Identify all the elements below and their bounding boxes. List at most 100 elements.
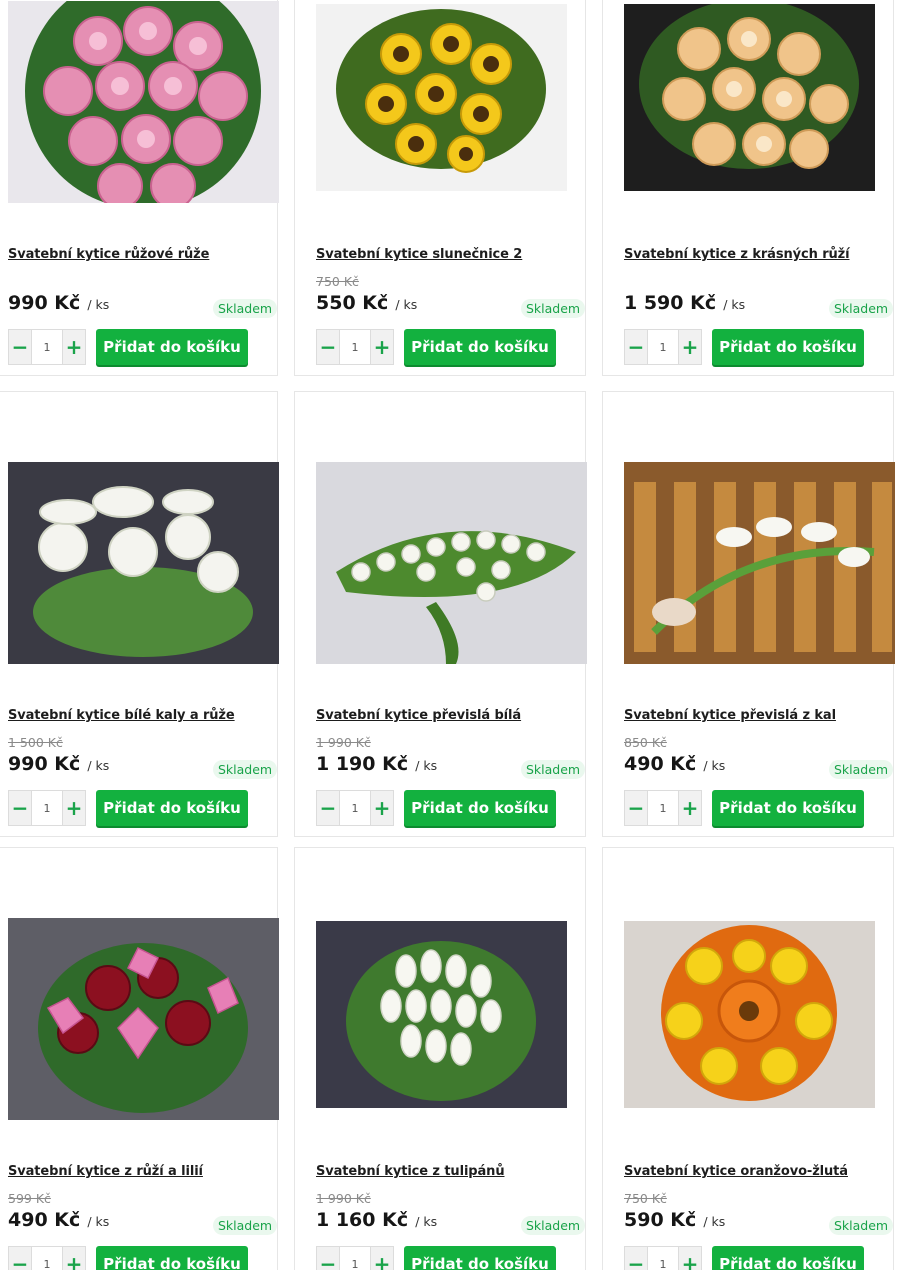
product-price: 1 590 Kč <box>624 292 717 314</box>
decrease-quantity-button[interactable]: − <box>317 330 339 364</box>
price-row: 1 190 Kč / ks <box>316 753 437 775</box>
price-unit: / ks <box>395 297 418 312</box>
product-card: Svatební kytice převislá bílá 1 990 Kč 1… <box>294 391 587 837</box>
price-unit: / ks <box>87 758 110 773</box>
increase-quantity-button[interactable]: + <box>63 1247 85 1270</box>
product-name-link[interactable]: Svatební kytice oranžovo-žlutá <box>624 1164 848 1179</box>
price-unit: / ks <box>415 1214 438 1229</box>
quantity-stepper: − 1 + <box>8 1246 86 1270</box>
price-row: 990 Kč / ks <box>8 753 109 775</box>
quantity-stepper: − 1 + <box>624 790 702 826</box>
increase-quantity-button[interactable]: + <box>679 1247 701 1270</box>
price-row: 590 Kč / ks <box>624 1209 725 1231</box>
price-unit: / ks <box>87 297 110 312</box>
decrease-quantity-button[interactable]: − <box>317 791 339 825</box>
price-row: 490 Kč / ks <box>624 753 725 775</box>
price-unit: / ks <box>703 758 726 773</box>
increase-quantity-button[interactable]: + <box>63 791 85 825</box>
quantity-stepper: − 1 + <box>316 329 394 365</box>
add-to-cart-button[interactable]: Přidat do košíku <box>404 1246 556 1270</box>
quantity-stepper: − 1 + <box>624 329 702 365</box>
stock-badge: Skladem <box>829 1216 894 1235</box>
product-name-link[interactable]: Svatební kytice z růží a lilií <box>8 1164 203 1179</box>
decrease-quantity-button[interactable]: − <box>317 1247 339 1270</box>
quantity-input[interactable]: 1 <box>31 330 63 364</box>
product-image[interactable] <box>624 921 875 1108</box>
increase-quantity-button[interactable]: + <box>679 330 701 364</box>
product-image[interactable] <box>624 4 875 191</box>
decrease-quantity-button[interactable]: − <box>9 330 31 364</box>
product-name-link[interactable]: Svatební kytice bílé kaly a růže <box>8 708 235 723</box>
price-row: 550 Kč / ks <box>316 292 417 314</box>
product-price: 990 Kč <box>8 753 81 775</box>
price-row: 1 590 Kč / ks <box>624 292 745 314</box>
decrease-quantity-button[interactable]: − <box>625 791 647 825</box>
original-price: 750 Kč <box>316 274 359 289</box>
original-price: 750 Kč <box>624 1191 667 1206</box>
product-image[interactable] <box>8 462 279 664</box>
quantity-input[interactable]: 1 <box>31 791 63 825</box>
stock-badge: Skladem <box>521 760 586 779</box>
quantity-stepper: − 1 + <box>8 790 86 826</box>
product-name-link[interactable]: Svatební kytice slunečnice 2 <box>316 247 522 262</box>
add-to-cart-button[interactable]: Přidat do košíku <box>96 1246 248 1270</box>
quantity-input[interactable]: 1 <box>647 791 679 825</box>
price-row: 990 Kč / ks <box>8 292 109 314</box>
decrease-quantity-button[interactable]: − <box>625 1247 647 1270</box>
product-image[interactable] <box>316 4 567 191</box>
decrease-quantity-button[interactable]: − <box>625 330 647 364</box>
add-to-cart-button[interactable]: Přidat do košíku <box>96 790 248 826</box>
product-name-link[interactable]: Svatební kytice převislá bílá <box>316 708 521 723</box>
product-image[interactable] <box>316 921 567 1108</box>
decrease-quantity-button[interactable]: − <box>9 791 31 825</box>
original-price: 1 990 Kč <box>316 1191 371 1206</box>
increase-quantity-button[interactable]: + <box>63 330 85 364</box>
stock-badge: Skladem <box>213 760 278 779</box>
quantity-stepper: − 1 + <box>624 1246 702 1270</box>
price-unit: / ks <box>723 297 746 312</box>
product-image[interactable] <box>8 918 279 1120</box>
stock-badge: Skladem <box>829 299 894 318</box>
product-card: Svatební kytice z krásných růží 1 590 Kč… <box>602 0 894 376</box>
increase-quantity-button[interactable]: + <box>679 791 701 825</box>
price-unit: / ks <box>415 758 438 773</box>
add-to-cart-button[interactable]: Přidat do košíku <box>404 329 556 365</box>
decrease-quantity-button[interactable]: − <box>9 1247 31 1270</box>
product-name-link[interactable]: Svatební kytice růžové růže <box>8 247 209 262</box>
quantity-input[interactable]: 1 <box>339 791 371 825</box>
original-price: 599 Kč <box>8 1191 51 1206</box>
quantity-input[interactable]: 1 <box>647 1247 679 1270</box>
product-card: Svatební kytice z tulipánů 1 990 Kč 1 16… <box>294 847 586 1270</box>
product-name-link[interactable]: Svatební kytice z tulipánů <box>316 1164 505 1179</box>
product-card: Svatební kytice oranžovo-žlutá 750 Kč 59… <box>602 847 894 1270</box>
product-name-link[interactable]: Svatební kytice převislá z kal <box>624 708 836 723</box>
price-row: 1 160 Kč / ks <box>316 1209 437 1231</box>
product-price: 1 190 Kč <box>316 753 409 775</box>
increase-quantity-button[interactable]: + <box>371 1247 393 1270</box>
product-card: Svatební kytice růžové růže 990 Kč / ks … <box>0 0 279 376</box>
quantity-stepper: − 1 + <box>316 790 394 826</box>
product-price: 490 Kč <box>8 1209 81 1231</box>
stock-badge: Skladem <box>213 299 278 318</box>
original-price: 1 500 Kč <box>8 735 63 750</box>
quantity-input[interactable]: 1 <box>31 1247 63 1270</box>
add-to-cart-button[interactable]: Přidat do košíku <box>712 790 864 826</box>
quantity-stepper: − 1 + <box>316 1246 394 1270</box>
product-price: 590 Kč <box>624 1209 697 1231</box>
quantity-input[interactable]: 1 <box>339 1247 371 1270</box>
add-to-cart-button[interactable]: Přidat do košíku <box>712 329 864 365</box>
product-name-link[interactable]: Svatební kytice z krásných růží <box>624 247 850 262</box>
original-price: 850 Kč <box>624 735 667 750</box>
quantity-input[interactable]: 1 <box>339 330 371 364</box>
add-to-cart-button[interactable]: Přidat do košíku <box>96 329 248 365</box>
increase-quantity-button[interactable]: + <box>371 330 393 364</box>
quantity-input[interactable]: 1 <box>647 330 679 364</box>
price-unit: / ks <box>87 1214 110 1229</box>
add-to-cart-button[interactable]: Přidat do košíku <box>712 1246 864 1270</box>
original-price: 1 990 Kč <box>316 735 371 750</box>
add-to-cart-button[interactable]: Přidat do košíku <box>404 790 556 826</box>
product-image[interactable] <box>8 1 279 203</box>
product-image[interactable] <box>624 462 895 664</box>
product-image[interactable] <box>316 462 587 664</box>
increase-quantity-button[interactable]: + <box>371 791 393 825</box>
